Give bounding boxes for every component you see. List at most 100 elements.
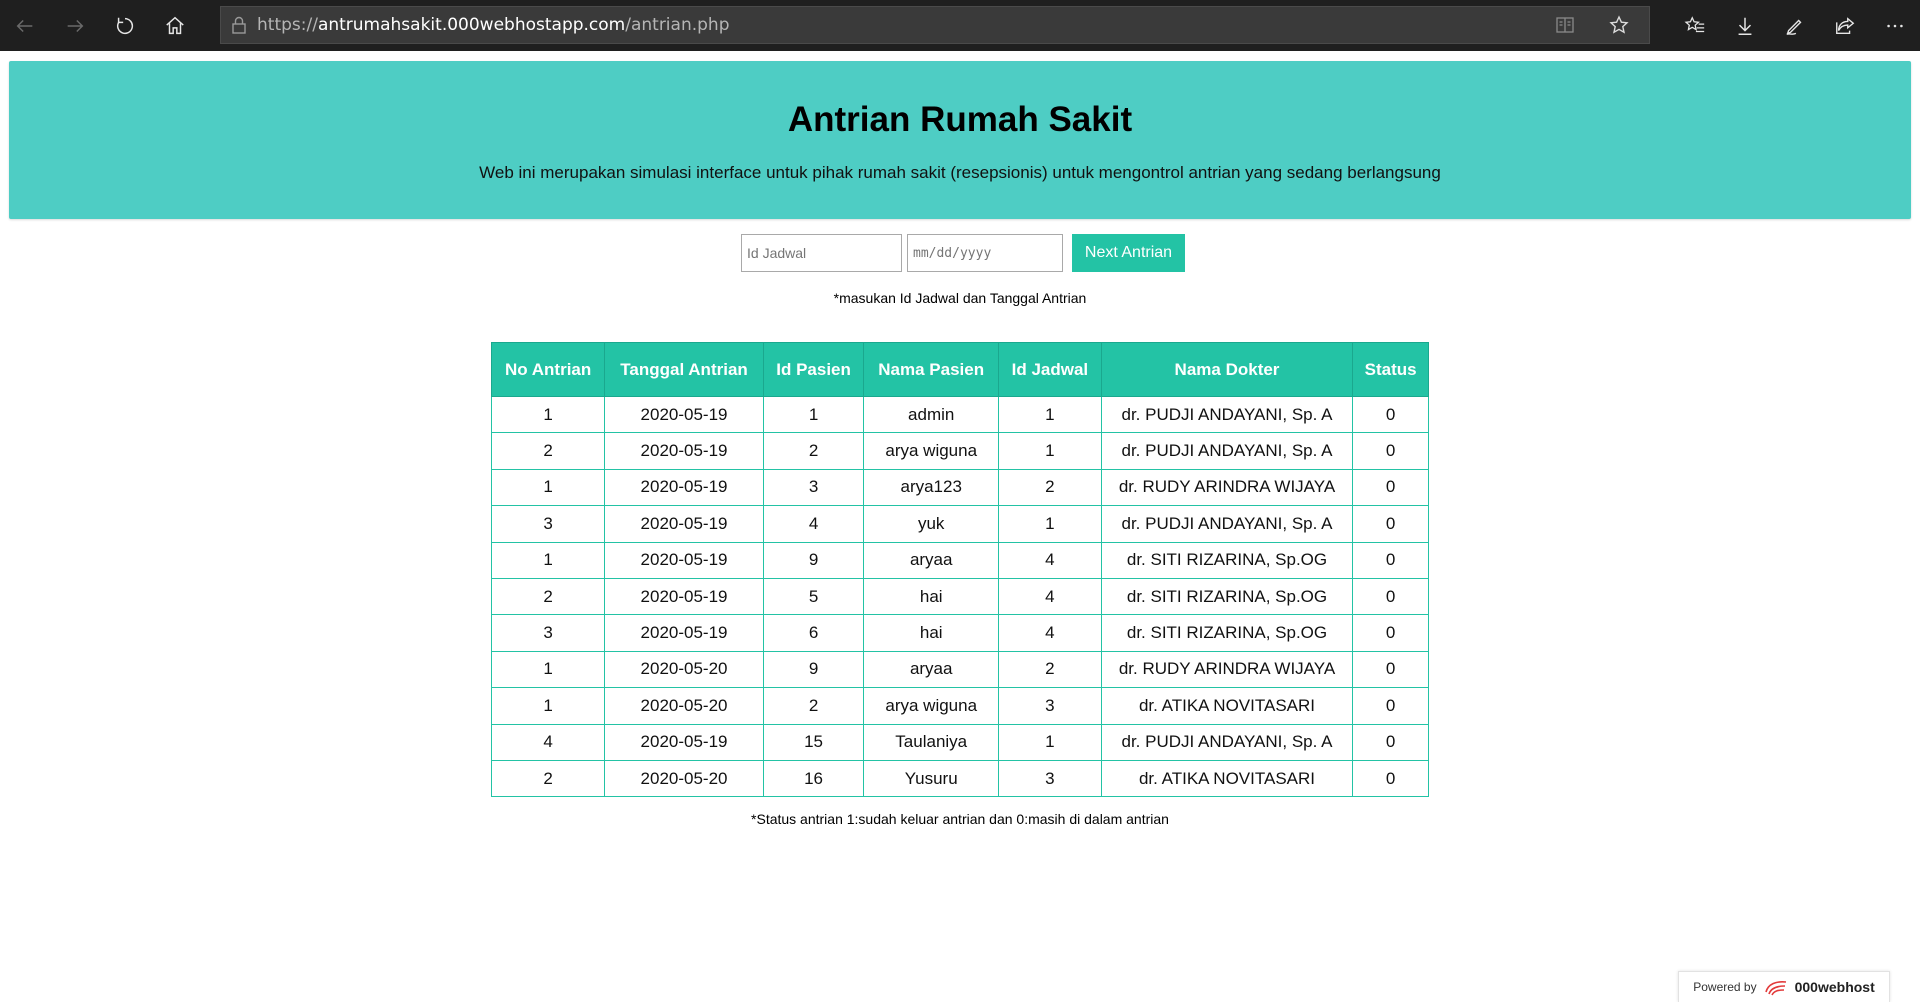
table-row: 2 2020-05-19 2 arya wiguna 1 dr. PUDJI ANDAYA… xyxy=(490,432,1429,470)
more-options-icon[interactable] xyxy=(1870,0,1920,51)
cell-id-pasien: 3 xyxy=(762,468,865,507)
queue-table: No Antrian Tanggal Antrian Id Pasien Nam… xyxy=(490,342,1429,798)
id-jadwal-input[interactable] xyxy=(741,234,902,272)
cell-no-antrian: 1 xyxy=(490,650,606,689)
cell-id-pasien: 9 xyxy=(762,541,865,579)
table-row: 3 2020-05-19 4 yuk 1 dr. PUDJI ANDAYANI, Sp. … xyxy=(490,505,1429,543)
cell-id-jadwal: 4 xyxy=(998,541,1102,579)
cell-no-antrian: 2 xyxy=(490,432,606,470)
page-header: Antrian Rumah Sakit Web ini merupakan si… xyxy=(9,61,1911,219)
cell-no-antrian: 1 xyxy=(490,468,606,507)
cell-status: 0 xyxy=(1352,650,1429,689)
cell-status: 0 xyxy=(1352,723,1429,761)
cell-id-jadwal: 1 xyxy=(998,505,1102,543)
cell-id-jadwal: 2 xyxy=(998,468,1102,507)
cell-nama-dokter: dr. ATIKA NOVITASARI xyxy=(1100,759,1354,798)
table-row: 2 2020-05-20 16 Yusuru 3 dr. ATIKA NOVITASARI… xyxy=(490,759,1429,798)
table-row: 3 2020-05-19 6 hai 4 dr. SITI RIZARINA, Sp.OG… xyxy=(490,614,1429,652)
queue-form: Next Antrian xyxy=(741,234,1185,272)
cell-status: 0 xyxy=(1352,541,1429,579)
cell-nama-pasien: aryaa xyxy=(863,541,1000,579)
table-row: 4 2020-05-19 15 Taulaniya 1 dr. PUDJI ANDAYAN… xyxy=(490,723,1429,761)
favorite-star-icon[interactable] xyxy=(1599,15,1639,35)
home-button[interactable] xyxy=(150,0,200,51)
reading-view-icon[interactable] xyxy=(1545,15,1585,35)
000webhost-logo-icon xyxy=(1764,981,1786,996)
cell-nama-pasien: admin xyxy=(863,395,1000,434)
table-row: 1 2020-05-19 9 aryaa 4 dr. SITI RIZARINA, Sp.… xyxy=(490,541,1429,579)
cell-tanggal-antrian: 2020-05-20 xyxy=(604,650,764,689)
cell-status: 0 xyxy=(1352,577,1429,616)
date-input[interactable] xyxy=(907,234,1063,272)
col-tanggal-antrian: Tanggal Antrian xyxy=(604,342,764,397)
powered-by-badge[interactable]: Powered by 000webhost xyxy=(1678,971,1890,1002)
back-button[interactable] xyxy=(0,0,50,51)
cell-nama-dokter: dr. PUDJI ANDAYANI, Sp. A xyxy=(1100,432,1354,470)
pen-icon[interactable] xyxy=(1770,0,1820,51)
next-antrian-button[interactable]: Next Antrian xyxy=(1072,234,1185,272)
cell-status: 0 xyxy=(1352,395,1429,434)
table-row: 1 2020-05-20 9 aryaa 2 dr. RUDY ARINDRA WIJAY… xyxy=(490,650,1429,689)
cell-nama-pasien: Yusuru xyxy=(863,759,1000,798)
browser-toolbar: https://antrumahsakit.000webhostapp.com /… xyxy=(0,0,1920,51)
table-row: 1 2020-05-20 2 arya wiguna 3 dr. ATIKA NOVITA… xyxy=(490,687,1429,725)
cell-id-pasien: 9 xyxy=(762,650,865,689)
powered-by-brand: 000webhost xyxy=(1794,979,1875,995)
cell-no-antrian: 4 xyxy=(490,723,606,761)
cell-id-jadwal: 1 xyxy=(998,432,1102,470)
status-footnote: *Status antrian 1:sudah keluar antrian d… xyxy=(751,811,1169,827)
form-hint: *masukan Id Jadwal dan Tanggal Antrian xyxy=(833,290,1087,306)
col-id-jadwal: Id Jadwal xyxy=(998,342,1102,397)
cell-no-antrian: 2 xyxy=(490,759,606,798)
table-header-row: No Antrian Tanggal Antrian Id Pasien Nam… xyxy=(490,342,1429,397)
cell-nama-pasien: arya wiguna xyxy=(863,432,1000,470)
cell-status: 0 xyxy=(1352,505,1429,543)
refresh-button[interactable] xyxy=(100,0,150,51)
cell-nama-pasien: yuk xyxy=(863,505,1000,543)
cell-id-pasien: 1 xyxy=(762,395,865,434)
cell-nama-dokter: dr. ATIKA NOVITASARI xyxy=(1100,687,1354,725)
share-icon[interactable] xyxy=(1820,0,1870,51)
cell-no-antrian: 1 xyxy=(490,541,606,579)
cell-no-antrian: 3 xyxy=(490,614,606,652)
cell-tanggal-antrian: 2020-05-19 xyxy=(604,614,764,652)
cell-nama-pasien: hai xyxy=(863,577,1000,616)
col-nama-pasien: Nama Pasien xyxy=(863,342,1000,397)
cell-nama-dokter: dr. PUDJI ANDAYANI, Sp. A xyxy=(1100,723,1354,761)
favorites-list-icon[interactable] xyxy=(1670,0,1720,51)
cell-tanggal-antrian: 2020-05-19 xyxy=(604,541,764,579)
url-host: antrumahsakit.000webhostapp.com xyxy=(317,15,626,35)
forward-button[interactable] xyxy=(50,0,100,51)
cell-status: 0 xyxy=(1352,614,1429,652)
lock-icon xyxy=(221,16,257,34)
cell-tanggal-antrian: 2020-05-19 xyxy=(604,432,764,470)
cell-id-pasien: 5 xyxy=(762,577,865,616)
page-title: Antrian Rumah Sakit xyxy=(787,100,1133,139)
arrow-left-icon xyxy=(16,19,33,32)
cell-id-jadwal: 4 xyxy=(998,614,1102,652)
cell-nama-dokter: dr. SITI RIZARINA, Sp.OG xyxy=(1100,541,1354,579)
download-icon[interactable] xyxy=(1720,0,1770,51)
cell-status: 0 xyxy=(1352,468,1429,507)
cell-nama-pasien: hai xyxy=(863,614,1000,652)
cell-tanggal-antrian: 2020-05-19 xyxy=(604,577,764,616)
cell-id-jadwal: 1 xyxy=(998,723,1102,761)
cell-no-antrian: 3 xyxy=(490,505,606,543)
cell-nama-pasien: Taulaniya xyxy=(863,723,1000,761)
cell-id-jadwal: 3 xyxy=(998,759,1102,798)
cell-nama-pasien: arya wiguna xyxy=(863,687,1000,725)
url-prefix: https:// xyxy=(257,15,318,35)
cell-id-jadwal: 4 xyxy=(998,577,1102,616)
col-nama-dokter: Nama Dokter xyxy=(1100,342,1354,397)
cell-status: 0 xyxy=(1352,432,1429,470)
cell-tanggal-antrian: 2020-05-19 xyxy=(604,468,764,507)
address-bar[interactable]: https://antrumahsakit.000webhostapp.com /… xyxy=(220,6,1650,44)
col-id-pasien: Id Pasien xyxy=(762,342,865,397)
cell-nama-dokter: dr. PUDJI ANDAYANI, Sp. A xyxy=(1100,505,1354,543)
table-row: 1 2020-05-19 3 arya123 2 dr. RUDY ARINDRA WIJ… xyxy=(490,468,1429,507)
cell-nama-dokter: dr. SITI RIZARINA, Sp.OG xyxy=(1100,577,1354,616)
cell-tanggal-antrian: 2020-05-20 xyxy=(604,759,764,798)
arrow-right-icon xyxy=(67,19,84,32)
cell-tanggal-antrian: 2020-05-19 xyxy=(604,723,764,761)
cell-no-antrian: 1 xyxy=(490,687,606,725)
